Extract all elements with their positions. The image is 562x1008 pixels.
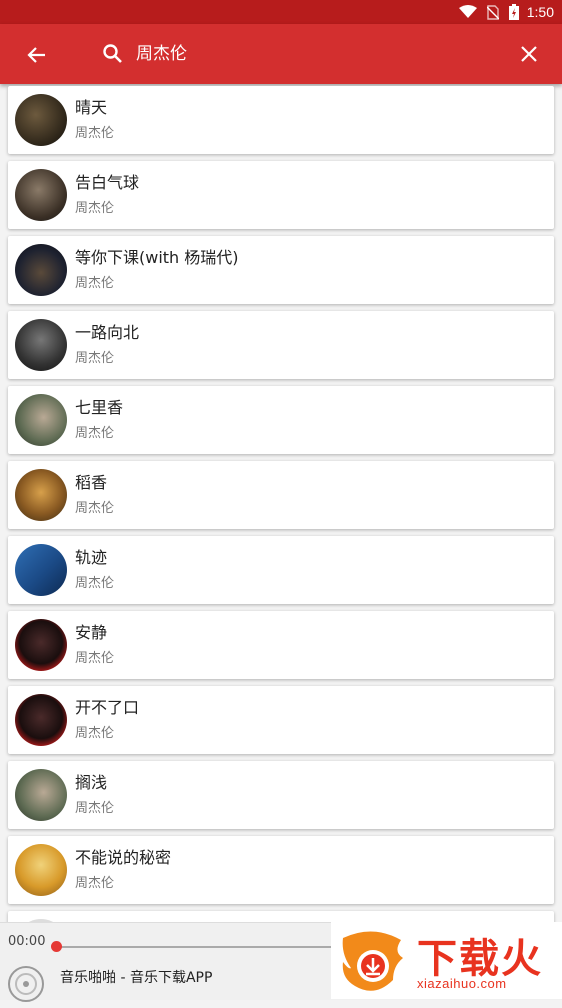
- song-item[interactable]: 稻香 周杰伦: [8, 461, 554, 529]
- song-item[interactable]: 不能说的秘密 周杰伦: [8, 836, 554, 904]
- no-sim-icon: [486, 4, 499, 20]
- song-title: 一路向北: [75, 323, 140, 342]
- album-cover: [15, 769, 67, 821]
- now-playing-title: 音乐啪啪 - 音乐下载APP: [60, 970, 213, 986]
- song-artist: 周杰伦: [75, 126, 115, 141]
- song-artist: 周杰伦: [75, 501, 115, 516]
- wifi-icon: [458, 5, 477, 19]
- song-item[interactable]: 搁浅 周杰伦: [8, 761, 554, 829]
- song-item[interactable]: 晴天 周杰伦: [8, 86, 554, 154]
- progress-thumb[interactable]: [51, 941, 62, 952]
- song-item[interactable]: 轨迹 周杰伦: [8, 536, 554, 604]
- song-item[interactable]: 一路向北 周杰伦: [8, 311, 554, 379]
- song-artist: 周杰伦: [75, 276, 115, 291]
- song-title: 晴天: [75, 98, 108, 117]
- battery-charging-icon: [508, 4, 519, 20]
- status-bar: 1:50: [0, 0, 562, 24]
- song-artist: 周杰伦: [75, 876, 115, 891]
- progress-track[interactable]: [56, 946, 332, 948]
- app-bar: 周杰伦: [0, 24, 562, 84]
- song-title: 七里香: [75, 398, 124, 417]
- song-artist: 周杰伦: [75, 801, 115, 816]
- current-time: 00:00: [8, 934, 46, 949]
- search-icon: [100, 41, 126, 67]
- album-cover: [15, 244, 67, 296]
- song-title: 搁浅: [75, 773, 108, 792]
- song-artist: 周杰伦: [75, 726, 115, 741]
- album-cover: [15, 619, 67, 671]
- arrow-left-icon[interactable]: [24, 42, 50, 68]
- song-title: 轨迹: [75, 548, 108, 567]
- song-item[interactable]: [8, 911, 554, 922]
- album-cover: [15, 844, 67, 896]
- song-artist: 周杰伦: [75, 426, 115, 441]
- search-input[interactable]: 周杰伦: [136, 41, 187, 67]
- song-title: 开不了口: [75, 698, 140, 717]
- song-artist: 周杰伦: [75, 651, 115, 666]
- song-item[interactable]: 告白气球 周杰伦: [8, 161, 554, 229]
- close-icon[interactable]: [516, 41, 542, 67]
- song-title: 安静: [75, 623, 108, 642]
- album-cover: [15, 169, 67, 221]
- song-artist: 周杰伦: [75, 201, 115, 216]
- watermark: 下载火 xiazaihuo.com: [331, 922, 562, 999]
- album-cover: [15, 94, 67, 146]
- watermark-url: xiazaihuo.com: [417, 976, 507, 991]
- album-cover: [15, 544, 67, 596]
- song-item[interactable]: 安静 周杰伦: [8, 611, 554, 679]
- song-title: 等你下课(with 杨瑞代): [75, 248, 239, 267]
- album-cover: [15, 319, 67, 371]
- song-item[interactable]: 开不了口 周杰伦: [8, 686, 554, 754]
- song-title: 不能说的秘密: [75, 848, 172, 867]
- song-item[interactable]: 七里香 周杰伦: [8, 386, 554, 454]
- album-cover: [15, 394, 67, 446]
- status-time: 1:50: [526, 4, 554, 20]
- song-title: 告白气球: [75, 173, 140, 192]
- flame-logo-icon: [335, 928, 411, 998]
- song-artist: 周杰伦: [75, 576, 115, 591]
- song-title: 稻香: [75, 473, 108, 492]
- album-cover: [15, 469, 67, 521]
- song-item[interactable]: 等你下课(with 杨瑞代) 周杰伦: [8, 236, 554, 304]
- song-artist: 周杰伦: [75, 351, 115, 366]
- album-cover: [15, 694, 67, 746]
- disc-icon[interactable]: [6, 964, 46, 1004]
- song-list: 晴天 周杰伦 告白气球 周杰伦 等你下课(with 杨瑞代) 周杰伦 一路向北 …: [0, 86, 562, 922]
